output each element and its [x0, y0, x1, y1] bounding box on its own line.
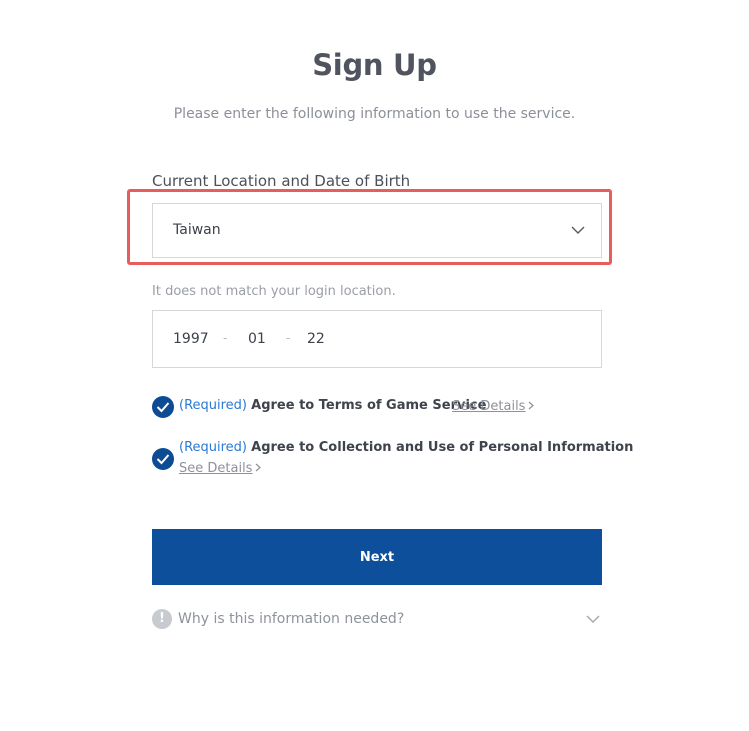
terms-service-checkbox[interactable]	[152, 396, 174, 418]
dob-separator: -	[286, 331, 291, 345]
privacy-label[interactable]: (Required) Agree to Collection and Use o…	[179, 440, 633, 455]
location-dob-label: Current Location and Date of Birth	[152, 172, 411, 190]
page-title: Sign Up	[312, 48, 437, 82]
privacy-text: Agree to Collection and Use of Personal …	[251, 440, 634, 455]
dob-field: 1997 - 01 - 22	[152, 310, 602, 368]
check-icon	[156, 402, 170, 413]
see-details-label: See Details	[179, 461, 253, 476]
why-info-toggle[interactable]: ! Why is this information needed?	[152, 608, 602, 632]
required-tag: (Required)	[179, 398, 248, 413]
dob-day-input[interactable]: 22	[307, 331, 325, 347]
chevron-right-icon	[256, 463, 262, 472]
signup-page: Sign Up Please enter the following infor…	[0, 0, 749, 731]
terms-service-label[interactable]: (Required) Agree to Terms of Game Servic…	[179, 398, 486, 413]
dob-month-input[interactable]: 01	[248, 331, 266, 347]
privacy-checkbox[interactable]	[152, 448, 174, 470]
page-subtitle: Please enter the following information t…	[173, 106, 576, 122]
chevron-down-icon	[571, 226, 585, 234]
terms-service-details-link[interactable]: See Details	[452, 399, 535, 414]
privacy-details-link[interactable]: See Details	[179, 461, 262, 476]
required-tag: (Required)	[179, 440, 248, 455]
why-info-label: Why is this information needed?	[178, 611, 405, 627]
info-icon: !	[152, 609, 172, 629]
dob-separator: -	[223, 331, 228, 345]
country-select-value: Taiwan	[173, 222, 221, 238]
next-button[interactable]: Next	[152, 529, 602, 585]
check-icon	[156, 454, 170, 465]
chevron-right-icon	[529, 401, 535, 410]
country-select[interactable]: Taiwan	[152, 203, 602, 258]
location-mismatch-notice: It does not match your login location.	[152, 284, 396, 299]
dob-year-input[interactable]: 1997	[173, 331, 209, 347]
chevron-down-icon	[586, 615, 600, 623]
see-details-label: See Details	[452, 399, 526, 414]
